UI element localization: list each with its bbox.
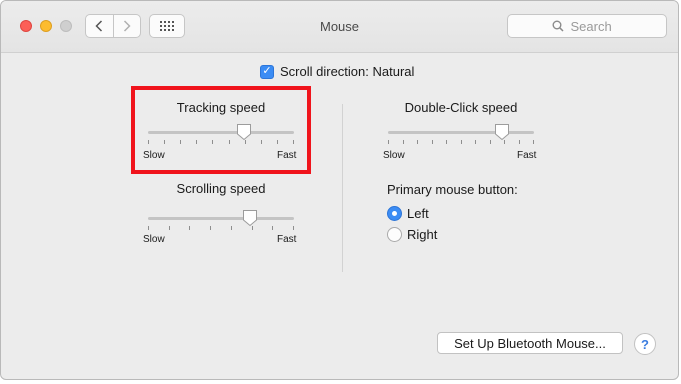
scroll-direction-option[interactable]: ✓ Scroll direction: Natural [260,64,414,79]
search-field[interactable] [507,14,667,38]
slider-tick [189,226,191,230]
primary-mouse-button-label: Primary mouse button: [387,182,518,197]
scrolling-speed-title: Scrolling speed [176,181,266,196]
scrolling-speed-slider[interactable] [148,209,294,233]
slider-tick [533,140,534,144]
title-bar: Mouse [1,1,678,53]
primary-button-right-option[interactable]: Right [387,227,437,242]
tracking-speed-highlight [131,86,311,174]
primary-button-right-radio[interactable] [387,227,402,242]
slider-thumb[interactable] [494,123,510,141]
slider-tick [489,140,491,144]
slider-tick [402,140,404,144]
set-up-bluetooth-mouse-button[interactable]: Set Up Bluetooth Mouse... [437,332,623,354]
slider-tick [168,226,170,230]
scroll-direction-label: Scroll direction: Natural [280,64,415,79]
primary-button-left-option[interactable]: Left [387,206,429,221]
double-click-speed-title: Double-Click speed [404,100,518,115]
slider-tick [460,140,462,144]
slider-tick [446,140,447,144]
slider-tick [293,226,294,230]
double-click-speed-max-label: Fast [517,150,537,161]
column-divider [342,104,343,272]
scrolling-speed-max-label: Fast [277,234,297,245]
primary-button-right-label: Right [407,227,438,242]
slider-tick [272,226,274,230]
slider-tick [417,140,418,144]
slider-tick [388,140,389,144]
mouse-preferences-window: Mouse ✓ Scroll direction: Natural Tracki… [0,0,679,380]
search-input[interactable] [568,17,623,35]
slider-tick [148,226,149,230]
double-click-speed-min-label: Slow [383,150,405,161]
slider-tick [210,226,212,230]
slider-tick [431,140,433,144]
help-button[interactable]: ? [634,333,656,355]
slider-track [388,131,534,134]
slider-tick [475,140,476,144]
double-click-speed-slider[interactable] [388,123,534,147]
primary-button-left-radio[interactable] [387,206,402,221]
scroll-direction-checkbox[interactable]: ✓ [260,64,274,79]
primary-button-left-label: Left [407,206,429,221]
slider-thumb[interactable] [242,209,258,227]
slider-track [148,217,294,220]
slider-tick [518,140,520,144]
slider-tick [230,226,232,230]
search-icon [552,20,564,32]
scrolling-speed-min-label: Slow [143,234,165,245]
